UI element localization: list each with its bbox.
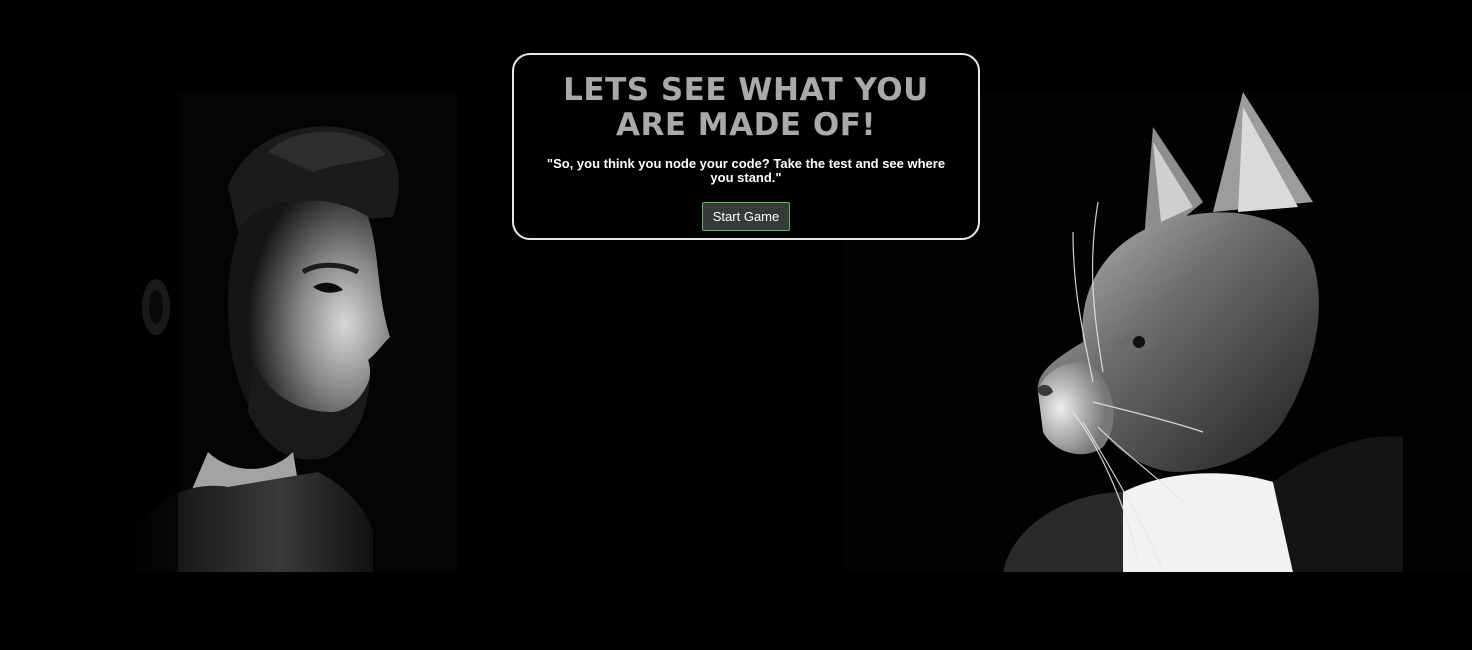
- game-intro-screen: LETS SEE WHAT YOU ARE MADE OF! "So, you …: [0, 0, 1472, 650]
- man-portrait-image: [118, 92, 458, 572]
- start-game-button[interactable]: Start Game: [701, 202, 791, 231]
- intro-card: LETS SEE WHAT YOU ARE MADE OF! "So, you …: [512, 53, 980, 240]
- page-title: LETS SEE WHAT YOU ARE MADE OF!: [563, 72, 929, 143]
- tagline-text: "So, you think you node your code? Take …: [546, 156, 946, 185]
